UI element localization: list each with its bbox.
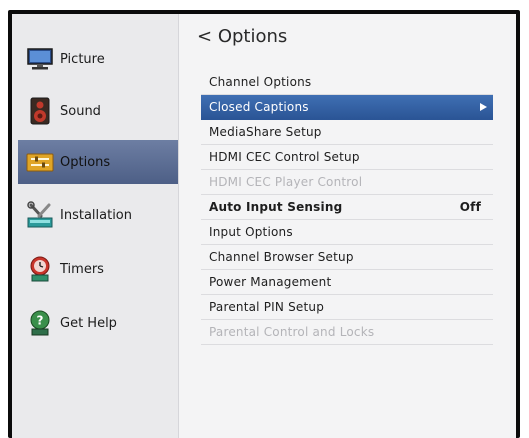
page-title-text: Options (217, 26, 288, 47)
menu-item-label: Power Management (209, 275, 332, 289)
sidebar: Picture Sound Options Installation Timer… (12, 14, 179, 438)
sidebar-item-installation[interactable]: Installation (18, 194, 176, 236)
menu-item-parental-control-and-locks: Parental Control and Locks (201, 320, 493, 345)
sidebar-item-label: Sound (60, 103, 101, 119)
tools-icon (26, 201, 54, 229)
tv-screen: Picture Sound Options Installation Timer… (12, 14, 516, 438)
sidebar-item-label: Installation (60, 207, 133, 223)
menu-item-parental-pin-setup[interactable]: Parental PIN Setup (201, 295, 493, 320)
menu-item-label: Channel Browser Setup (209, 250, 354, 264)
menu-item-label: MediaShare Setup (209, 125, 322, 139)
page-title[interactable]: < Options (197, 26, 287, 47)
menu-item-channel-options[interactable]: Channel Options (201, 70, 493, 95)
svg-text:?: ? (37, 314, 44, 328)
menu-item-power-management[interactable]: Power Management (201, 270, 493, 295)
menu-item-label: Auto Input Sensing (209, 200, 343, 214)
sidebar-item-label: Timers (60, 261, 104, 277)
menu-item-input-options[interactable]: Input Options (201, 220, 493, 245)
options-menu: Channel Options Closed Captions MediaSha… (201, 70, 493, 345)
menu-item-label: Channel Options (209, 75, 312, 89)
sidebar-item-label: Picture (60, 51, 105, 67)
menu-item-label: Parental Control and Locks (209, 325, 375, 339)
tv-frame: Picture Sound Options Installation Timer… (8, 10, 520, 438)
menu-item-label: HDMI CEC Player Control (209, 175, 363, 189)
sidebar-item-options[interactable]: Options (18, 140, 178, 184)
sidebar-item-label: Get Help (60, 315, 117, 331)
sidebar-item-picture[interactable]: Picture (18, 38, 176, 80)
monitor-icon (26, 45, 54, 73)
sidebar-item-get-help[interactable]: ? Get Help (18, 302, 176, 344)
options-icon (26, 148, 54, 176)
sidebar-item-sound[interactable]: Sound (18, 90, 176, 132)
help-icon: ? (26, 309, 54, 337)
options-panel: < Options Channel Options Closed Caption… (179, 14, 516, 438)
menu-item-closed-captions[interactable]: Closed Captions (201, 95, 493, 120)
sidebar-item-timers[interactable]: Timers (18, 248, 176, 290)
menu-item-value: Off (459, 200, 481, 214)
menu-item-hdmi-cec-control-setup[interactable]: HDMI CEC Control Setup (201, 145, 493, 170)
menu-item-auto-input-sensing[interactable]: Auto Input Sensing Off (201, 195, 493, 220)
sidebar-item-label: Options (60, 154, 111, 170)
menu-item-label: Parental PIN Setup (209, 300, 325, 314)
menu-item-channel-browser-setup[interactable]: Channel Browser Setup (201, 245, 493, 270)
menu-item-label: Closed Captions (209, 100, 309, 114)
menu-item-label: HDMI CEC Control Setup (209, 150, 360, 164)
alarm-clock-icon (26, 255, 54, 283)
menu-item-hdmi-cec-player-control: HDMI CEC Player Control (201, 170, 493, 195)
menu-item-label: Input Options (209, 225, 293, 239)
back-chevron-icon[interactable]: < (197, 26, 212, 47)
submenu-arrow-icon (480, 103, 487, 111)
speaker-icon (26, 97, 54, 125)
menu-item-mediashare-setup[interactable]: MediaShare Setup (201, 120, 493, 145)
